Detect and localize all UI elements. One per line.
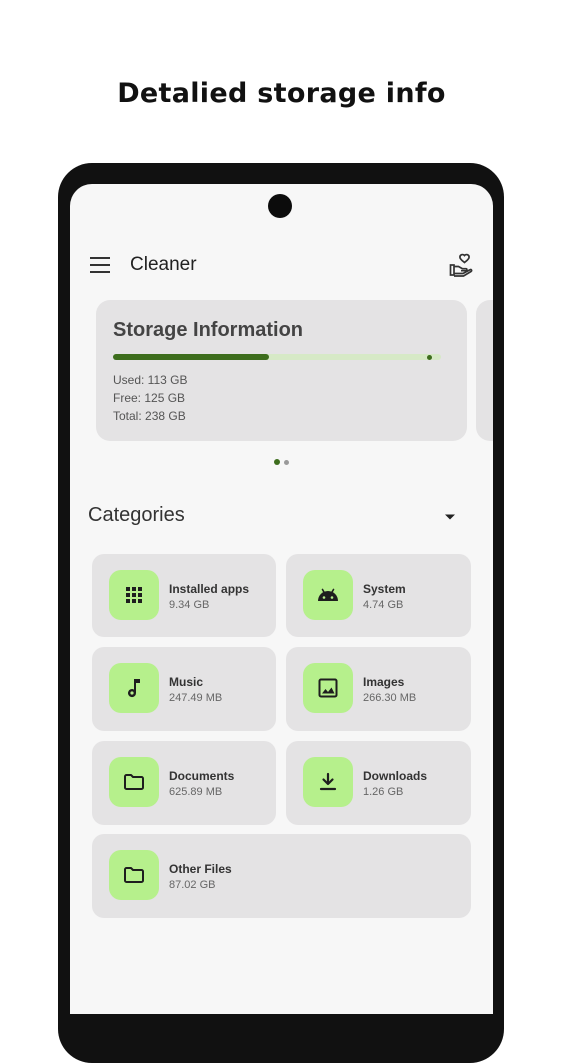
storage-total: Total: 238 GB [113, 409, 186, 423]
storage-free: Free: 125 GB [113, 391, 186, 405]
page-dot[interactable] [284, 460, 289, 465]
category-label: Other Files [169, 862, 232, 876]
category-other-files[interactable]: Other Files 87.02 GB [92, 834, 471, 918]
category-documents[interactable]: Documents 625.89 MB [92, 741, 276, 825]
category-installed-apps[interactable]: Installed apps 9.34 GB [92, 554, 276, 637]
category-label: Images [363, 675, 405, 689]
category-size: 1.26 GB [363, 786, 404, 798]
download-icon [319, 772, 337, 791]
donate-heart-hand-icon[interactable] [448, 252, 474, 278]
category-size: 4.74 GB [363, 599, 404, 611]
storage-progress-fill [113, 354, 269, 360]
progress-end-dot [427, 355, 432, 360]
storage-used: Used: 113 GB [113, 373, 188, 387]
category-label: Documents [169, 769, 235, 783]
promo-headline: Detalied storage info [117, 78, 446, 109]
category-size: 9.34 GB [169, 599, 210, 611]
app-screen: Cleaner Storage Information Used: 113 GB… [70, 184, 493, 1014]
folder-icon [124, 774, 144, 790]
storage-progress-bar [113, 354, 441, 360]
category-system[interactable]: System 4.74 GB [286, 554, 471, 637]
category-label: Installed apps [169, 582, 250, 596]
camera-cutout [268, 194, 292, 218]
next-card-peek[interactable] [476, 300, 493, 441]
page-dot-active[interactable] [274, 459, 280, 465]
folder-icon [124, 867, 144, 883]
category-images[interactable]: Images 266.30 MB [286, 647, 471, 731]
dropdown-arrow-icon[interactable] [443, 512, 457, 522]
menu-icon[interactable] [90, 257, 110, 274]
category-downloads[interactable]: Downloads 1.26 GB [286, 741, 471, 825]
storage-title: Storage Information [113, 319, 304, 341]
category-label: Music [169, 675, 204, 689]
music-note-icon [128, 679, 140, 698]
category-music[interactable]: Music 247.49 MB [92, 647, 276, 731]
category-size: 247.49 MB [169, 692, 223, 704]
category-size: 266.30 MB [363, 692, 417, 704]
category-size: 625.89 MB [169, 786, 223, 798]
category-size: 87.02 GB [169, 879, 216, 891]
android-icon [318, 588, 338, 601]
categories-title: Categories [88, 504, 185, 526]
app-title: Cleaner [130, 254, 197, 275]
category-label: System [363, 582, 406, 596]
app-bar: Cleaner [70, 246, 493, 286]
image-icon [318, 678, 338, 698]
category-label: Downloads [363, 769, 428, 783]
apps-grid-icon [126, 587, 142, 603]
storage-info-card[interactable]: Storage Information Used: 113 GB Free: 1… [96, 300, 467, 441]
